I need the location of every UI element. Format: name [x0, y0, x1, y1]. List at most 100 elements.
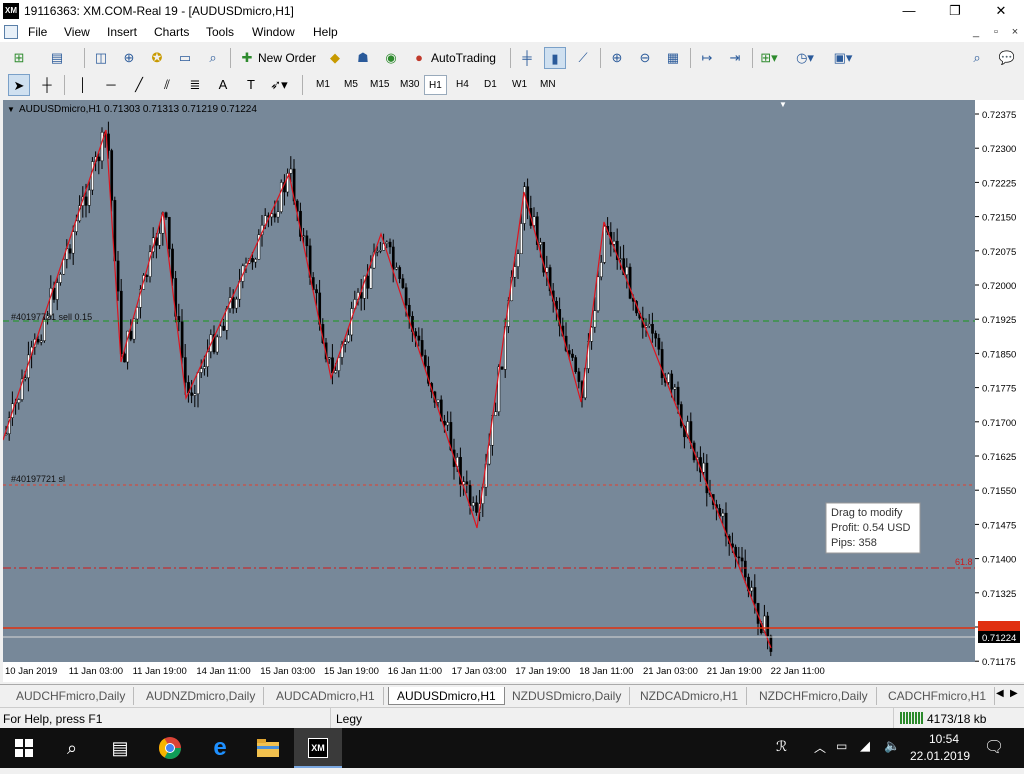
- profiles-icon[interactable]: ▤: [46, 47, 68, 69]
- minimize-button[interactable]: —: [886, 0, 932, 22]
- terminal-icon[interactable]: ▭: [174, 47, 196, 69]
- timeframe-m1-button[interactable]: M1: [312, 75, 334, 95]
- battery-icon[interactable]: ▭: [836, 739, 847, 753]
- chart-shift-icon[interactable]: ⇥: [724, 47, 746, 69]
- candlestick-chart-icon[interactable]: ▮: [544, 47, 566, 69]
- market-watch-icon[interactable]: ◫: [90, 47, 112, 69]
- line-chart-icon[interactable]: ⟋: [572, 47, 594, 69]
- collapse-arrow-icon[interactable]: ▼: [7, 105, 15, 114]
- timeframe-h1-button[interactable]: H1: [424, 75, 447, 95]
- timeframe-m30-button[interactable]: M30: [396, 75, 423, 95]
- candle-body: [164, 212, 168, 218]
- windows-start-icon[interactable]: [0, 728, 48, 768]
- edge-icon[interactable]: e: [196, 728, 244, 768]
- new-order-icon[interactable]: ✚: [236, 47, 258, 69]
- vertical-line-icon[interactable]: │: [72, 74, 94, 96]
- menu-tools[interactable]: Tools: [206, 25, 234, 39]
- text-label-icon[interactable]: T: [240, 74, 262, 96]
- indicators-icon[interactable]: ⊞▾: [758, 47, 780, 69]
- tray-expand-icon[interactable]: ︿: [814, 739, 826, 756]
- price-chart[interactable]: 0.72375 0.72300 0.72225 0.72150 0.72075 0.720…: [3, 100, 1024, 682]
- price-tick-label: 0.72225: [982, 178, 1016, 189]
- crosshair-icon[interactable]: ┼: [36, 74, 58, 96]
- tab-scroll-right-icon[interactable]: ▶: [1010, 688, 1018, 699]
- timeframe-m5-button[interactable]: M5: [340, 75, 362, 95]
- taskbar-time[interactable]: 10:54: [916, 732, 972, 746]
- timeframe-m15-button[interactable]: M15: [366, 75, 393, 95]
- market-icon[interactable]: ◉: [380, 47, 402, 69]
- chat-icon[interactable]: 💬: [996, 47, 1018, 69]
- search-icon[interactable]: ⌕: [48, 728, 96, 768]
- chart-tab[interactable]: CADCHFmicro,H1: [880, 687, 996, 705]
- taskbar-date[interactable]: 22.01.2019: [908, 749, 972, 763]
- volume-icon[interactable]: 🔈: [884, 738, 900, 754]
- mdi-close-button[interactable]: ×: [1007, 24, 1023, 40]
- tile-windows-icon[interactable]: ▦: [662, 47, 684, 69]
- templates-icon[interactable]: ▣▾: [832, 47, 854, 69]
- chart-tab[interactable]: NZDCHFmicro,Daily: [751, 687, 877, 705]
- people-icon[interactable]: ℛ: [776, 738, 787, 755]
- tab-scroll-left-icon[interactable]: ◀: [996, 688, 1004, 699]
- profile-status-text[interactable]: Legy: [336, 712, 362, 726]
- candle-body: [206, 351, 210, 367]
- candle-body: [190, 392, 194, 396]
- menu-file[interactable]: File: [28, 25, 47, 39]
- horizontal-line-icon[interactable]: ─: [100, 74, 122, 96]
- timeframe-d1-button[interactable]: D1: [480, 75, 501, 95]
- new-order-button[interactable]: New Order: [258, 47, 316, 69]
- autotrading-button[interactable]: AutoTrading: [431, 47, 496, 69]
- menu-help[interactable]: Help: [313, 25, 338, 39]
- menu-view[interactable]: View: [64, 25, 90, 39]
- strategy-tester-icon[interactable]: ⌕: [202, 47, 224, 69]
- file-explorer-icon[interactable]: [244, 728, 292, 768]
- chart-shift-marker-icon[interactable]: ▼: [779, 100, 787, 109]
- chart-tab[interactable]: AUDCADmicro,H1: [268, 687, 384, 705]
- candle-body: [676, 386, 680, 405]
- close-button[interactable]: ✕: [978, 0, 1024, 22]
- chart-tab[interactable]: NZDUSDmicro,Daily: [504, 687, 631, 705]
- mt4-taskbar-button[interactable]: XM: [294, 728, 342, 768]
- auto-scroll-icon[interactable]: ↦: [696, 47, 718, 69]
- arrows-icon[interactable]: ➶▾: [268, 74, 290, 96]
- bar-chart-icon[interactable]: ╪: [516, 47, 538, 69]
- timeframe-h4-button[interactable]: H4: [452, 75, 473, 95]
- notifications-icon[interactable]: 🗨: [984, 737, 1004, 757]
- chart-tab[interactable]: AUDUSDmicro,H1: [388, 687, 505, 705]
- zoom-out-icon[interactable]: ⊖: [634, 47, 656, 69]
- timeframe-mn-button[interactable]: MN: [536, 75, 560, 95]
- fibonacci-icon[interactable]: ≣: [184, 74, 206, 96]
- chart-window[interactable]: 0.72375 0.72300 0.72225 0.72150 0.72075 0.720…: [3, 100, 1024, 682]
- menu-charts[interactable]: Charts: [154, 25, 189, 39]
- equidistant-channel-icon[interactable]: ⫽: [156, 74, 178, 96]
- zoom-in-icon[interactable]: ⊕: [606, 47, 628, 69]
- meta-editor-icon[interactable]: ◆: [324, 47, 346, 69]
- mdi-minimize-button[interactable]: _: [968, 24, 984, 40]
- connection-status-icon: [900, 712, 924, 724]
- chart-tab[interactable]: NZDCADmicro,H1: [632, 687, 748, 705]
- candle-body: [475, 502, 478, 513]
- periods-icon[interactable]: ◷▾: [794, 47, 816, 69]
- timeframe-w1-button[interactable]: W1: [508, 75, 531, 95]
- maximize-button[interactable]: ❐: [932, 0, 978, 22]
- signals-icon[interactable]: ☗: [352, 47, 374, 69]
- chart-tab[interactable]: AUDCHFmicro,Daily: [8, 687, 135, 705]
- data-window-icon[interactable]: ⊕: [118, 47, 140, 69]
- new-chart-icon[interactable]: ⊞: [8, 47, 30, 69]
- text-icon[interactable]: A: [212, 74, 234, 96]
- menu-insert[interactable]: Insert: [107, 25, 137, 39]
- mdi-restore-button[interactable]: ▫: [988, 24, 1004, 40]
- chrome-icon[interactable]: [146, 728, 194, 768]
- cursor-icon[interactable]: ➤: [8, 74, 30, 96]
- chart-tab[interactable]: AUDNZDmicro,Daily: [138, 687, 265, 705]
- candle-body: [750, 587, 754, 592]
- search-icon[interactable]: ⌕: [966, 47, 988, 69]
- menu-window[interactable]: Window: [252, 25, 295, 39]
- time-tick-label: 22 Jan 11:00: [771, 666, 825, 677]
- candle-body: [513, 266, 517, 278]
- trendline-icon[interactable]: ╱: [128, 74, 150, 96]
- candle-body: [62, 259, 66, 275]
- navigator-icon[interactable]: ✪: [146, 47, 168, 69]
- task-view-icon[interactable]: ▤: [96, 728, 144, 768]
- network-icon[interactable]: ◢: [860, 738, 870, 754]
- autotrading-icon[interactable]: ●: [408, 47, 430, 69]
